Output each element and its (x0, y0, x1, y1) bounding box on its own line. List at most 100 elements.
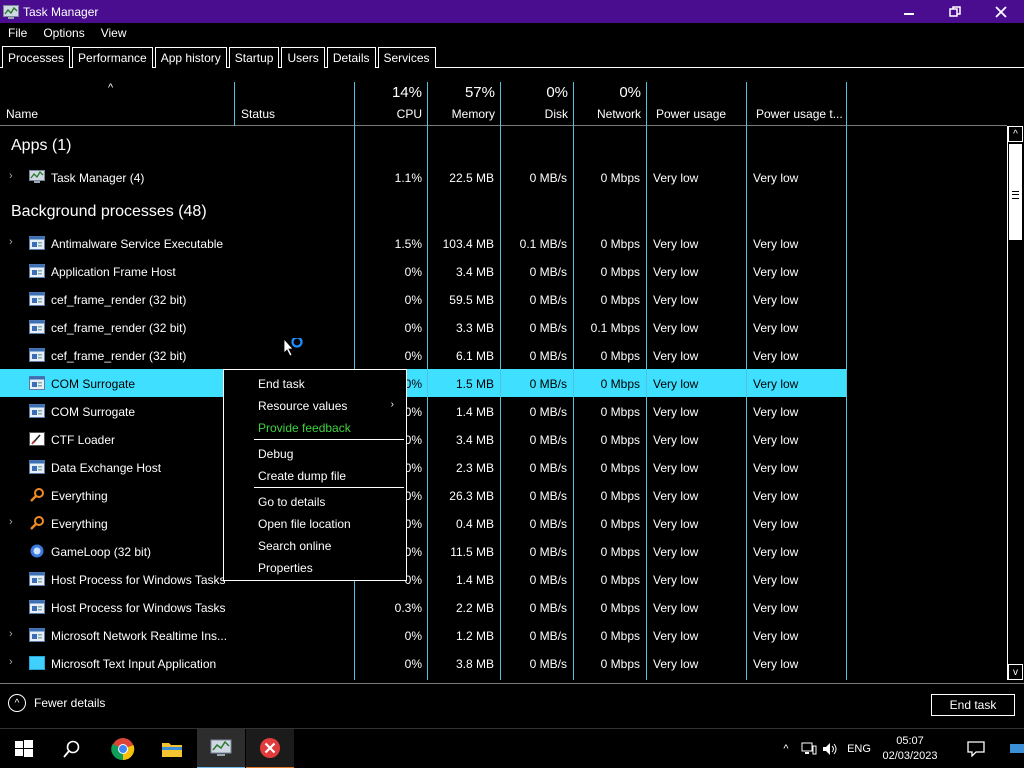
table-row[interactable]: › Microsoft Text Input Application 0% 3.8 M… (0, 649, 847, 677)
clock[interactable]: 05:07 02/03/2023 (878, 729, 942, 768)
menu-properties[interactable]: Properties (258, 561, 313, 575)
menu-create-dump-file[interactable]: Create dump file (258, 469, 346, 483)
process-name: cef_frame_render (32 bit) (51, 321, 187, 335)
system-tray: ^ ENG 05:07 02/03/2023 (774, 729, 1024, 768)
table-row-selected[interactable]: COM Surrogate 0% 1.5 MB 0 MB/s 0 Mbps Very lo… (0, 369, 847, 397)
table-row[interactable]: cef_frame_render (32 bit) 0% 3.3 MB 0 MB/s 0… (0, 313, 847, 341)
table-row[interactable]: CTF Loader 0% 3.4 MB 0 MB/s 0 Mbps Very low Ve… (0, 425, 847, 453)
scroll-up-button[interactable]: ^ (1008, 126, 1023, 142)
group-apps: Apps (1) (11, 137, 72, 154)
menu-open-file-location[interactable]: Open file location (258, 517, 351, 531)
table-row[interactable]: GameLoop (32 bit) 0% 11.5 MB 0 MB/s 0 Mbps Ve… (0, 537, 847, 565)
ctf-icon (29, 432, 45, 446)
volume-tray-button[interactable] (820, 729, 840, 768)
process-name: COM Surrogate (51, 377, 136, 391)
table-row[interactable]: › Task Manager (4) 1.1% 22.5 MB 0 MB/s 0 Mbps… (0, 163, 847, 191)
end-task-button[interactable]: End task (931, 694, 1015, 716)
process-power-trend: Very low (753, 489, 799, 503)
desktop-icon (1010, 744, 1024, 753)
column-power-label: Power usage (656, 107, 727, 121)
task-manager-taskbar-button[interactable] (197, 729, 245, 768)
chevron-right-icon[interactable]: › (9, 170, 13, 182)
table-row[interactable]: COM Surrogate 0% 1.4 MB 0 MB/s 0 Mbps Very lo… (0, 397, 847, 425)
show-desktop-button[interactable] (1010, 729, 1024, 768)
scroll-down-button[interactable]: v (1008, 664, 1023, 680)
menu-search-online[interactable]: Search online (258, 539, 331, 553)
process-memory: 1.4 MB (455, 573, 494, 587)
process-network: 0 Mbps (600, 601, 640, 615)
action-center-button[interactable] (956, 729, 996, 768)
process-cpu: 0% (404, 405, 422, 419)
file-explorer-button[interactable] (148, 729, 196, 768)
chevron-right-icon[interactable]: › (9, 236, 13, 248)
menu-options[interactable]: Options (35, 26, 92, 40)
restore-icon (949, 5, 961, 17)
service-icon (29, 460, 45, 474)
network-tray-button[interactable] (798, 729, 820, 768)
tab-users[interactable]: Users (281, 47, 325, 68)
clock-time: 05:07 (896, 735, 924, 747)
chevron-right-icon[interactable]: › (9, 516, 13, 528)
close-icon (995, 5, 1007, 18)
tab-details[interactable]: Details (326, 47, 376, 68)
menu-file[interactable]: File (0, 26, 35, 40)
process-power-trend: Very low (753, 293, 799, 307)
chevron-right-icon[interactable]: › (9, 656, 13, 668)
column-status[interactable]: Status (235, 82, 355, 126)
grip-icon (1012, 191, 1019, 199)
table-row[interactable]: Host Process for Windows Tasks 0.3% 2.2 MB… (0, 593, 847, 621)
menu-go-to-details[interactable]: Go to details (258, 495, 325, 509)
table-row[interactable]: Data Exchange Host 0% 2.3 MB 0 MB/s 0 Mbps Ve… (0, 453, 847, 481)
memory-total: 57% (464, 84, 495, 101)
column-memory[interactable]: 57% Memory (428, 82, 501, 126)
process-network: 0.1 Mbps (590, 321, 640, 335)
magnifier-icon (29, 516, 45, 530)
column-network[interactable]: 0% Network (574, 82, 647, 126)
chevron-right-icon[interactable]: › (9, 628, 13, 640)
tab-startup[interactable]: Startup (228, 47, 280, 68)
process-name: Task Manager (4) (51, 171, 145, 185)
process-disk: 0 MB/s (529, 171, 567, 185)
column-cpu[interactable]: 14% CPU (355, 82, 428, 126)
vertical-scrollbar[interactable]: ^ v (1007, 126, 1023, 680)
group-background: Background processes (48) (11, 203, 207, 220)
scroll-thumb[interactable] (1009, 144, 1022, 240)
table-row[interactable]: › Antimalware Service Executable 1.5% 103.4… (0, 229, 847, 257)
minimize-button[interactable] (886, 0, 932, 23)
chrome-button[interactable] (99, 729, 147, 768)
menu-debug[interactable]: Debug (258, 447, 293, 461)
process-network: 0 Mbps (600, 405, 640, 419)
table-row[interactable]: cef_frame_render (32 bit) 0% 6.1 MB 0 MB/s 0… (0, 341, 847, 369)
table-row[interactable]: Everything 0% 26.3 MB 0 MB/s 0 Mbps Very low V… (0, 481, 847, 509)
tab-performance[interactable]: Performance (72, 47, 153, 68)
table-row[interactable]: cef_frame_render (32 bit) 0% 59.5 MB 0 MB/s… (0, 285, 847, 313)
table-row[interactable]: › Microsoft Network Realtime Ins... 0% 1.2 … (0, 621, 847, 649)
start-button[interactable] (0, 729, 48, 768)
process-power: Very low (653, 293, 699, 307)
language-indicator[interactable]: ENG (842, 729, 876, 768)
show-hidden-icons-button[interactable]: ^ (774, 729, 798, 768)
table-row[interactable]: › Everything 0% 0.4 MB 0 MB/s 0 Mbps Very low V… (0, 509, 847, 537)
process-memory: 11.5 MB (450, 545, 494, 559)
menu-view[interactable]: View (93, 26, 135, 40)
table-row[interactable]: Application Frame Host 0% 3.4 MB 0 MB/s 0 Mb… (0, 257, 847, 285)
fewer-details-button[interactable]: ^ Fewer details (8, 694, 105, 712)
process-name: Microsoft Text Input Application (51, 657, 217, 671)
tab-app-history[interactable]: App history (154, 47, 227, 68)
table-row[interactable]: Host Process for Windows Tasks 0% 1.4 MB 0 … (0, 565, 847, 593)
tab-processes[interactable]: Processes (2, 46, 71, 68)
search-button[interactable] (48, 729, 96, 768)
menu-end-task[interactable]: End task (258, 377, 305, 391)
process-name: CTF Loader (51, 433, 116, 447)
restore-button[interactable] (932, 0, 978, 23)
column-name[interactable]: ^ Name (0, 82, 235, 126)
close-button[interactable] (978, 0, 1024, 23)
tab-services[interactable]: Services (377, 47, 436, 68)
menu-provide-feedback[interactable]: Provide feedback (258, 421, 351, 435)
menu-resource-values[interactable]: Resource values (258, 399, 347, 413)
column-power-usage-trend[interactable]: Power usage t... (750, 82, 847, 126)
column-power-usage[interactable]: Power usage (650, 82, 747, 126)
column-disk[interactable]: 0% Disk (501, 82, 574, 126)
search-icon (63, 740, 80, 758)
error-app-button[interactable] (246, 729, 294, 768)
